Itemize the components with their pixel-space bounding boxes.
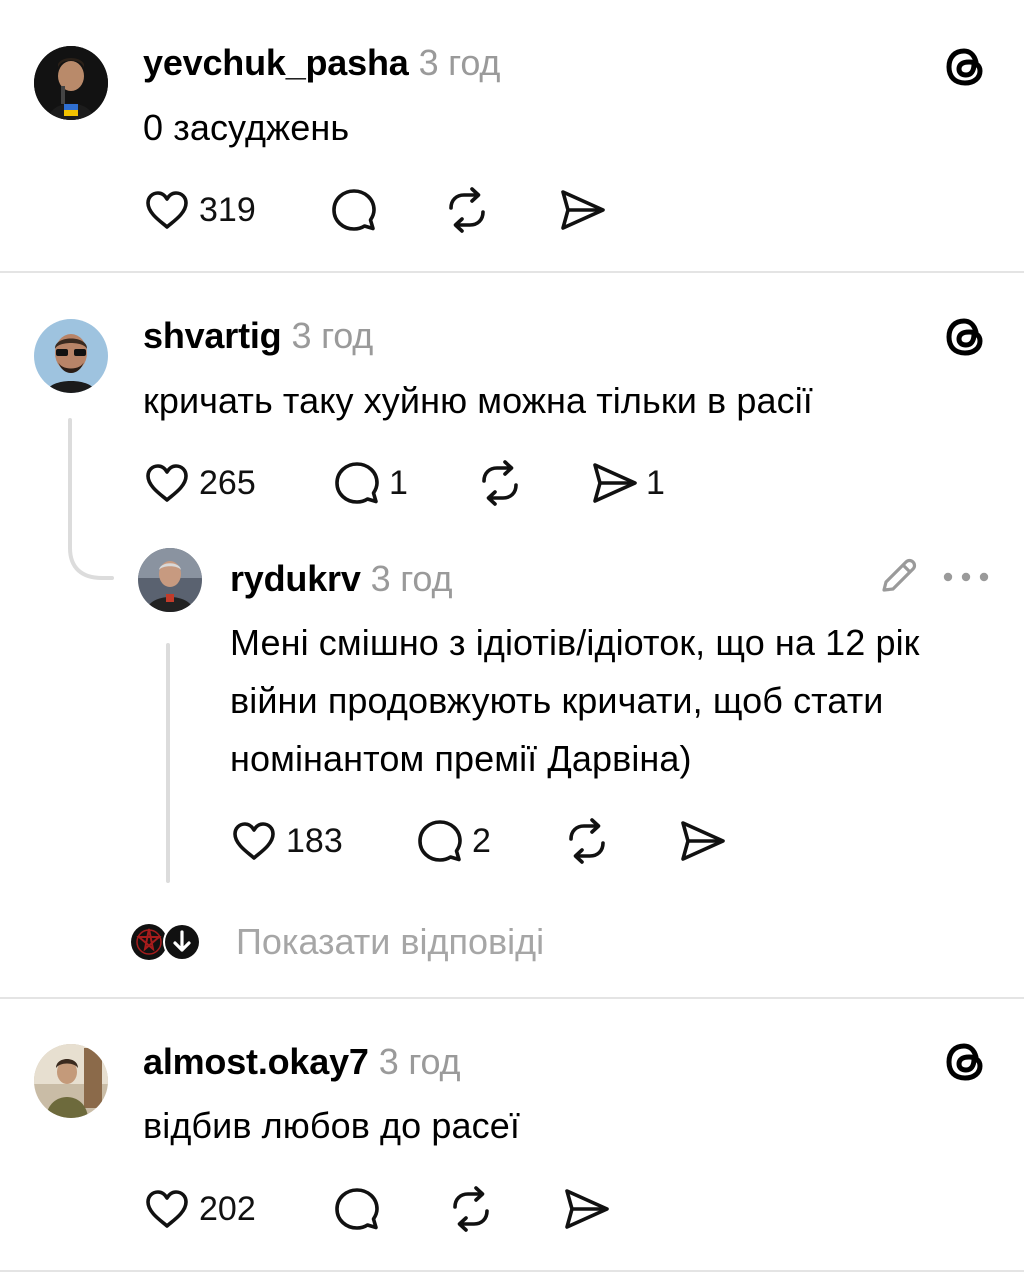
divider — [0, 271, 1024, 273]
threads-logo-icon[interactable] — [942, 312, 990, 365]
speech-bubble-icon — [416, 817, 464, 865]
repost-icon — [563, 817, 611, 865]
comment-button[interactable]: 2 — [416, 817, 491, 865]
timestamp: 3 год — [370, 558, 453, 599]
like-count: 319 — [199, 190, 256, 229]
reply-header: rydukrv 3 год — [230, 558, 452, 600]
repost-button[interactable] — [447, 1185, 495, 1233]
username[interactable]: almost.okay7 — [143, 1041, 369, 1082]
speech-bubble-icon — [333, 459, 381, 507]
more-icon[interactable] — [942, 570, 990, 589]
share-count: 1 — [646, 463, 665, 502]
send-icon — [558, 186, 606, 234]
send-icon — [678, 817, 726, 865]
divider — [0, 1270, 1024, 1272]
comment-count: 2 — [472, 821, 491, 860]
replier-avatars[interactable] — [130, 922, 210, 962]
post-text: відбив любов до расеї — [143, 1105, 520, 1146]
share-button[interactable] — [562, 1185, 610, 1233]
like-count: 265 — [199, 463, 256, 502]
timestamp: 3 год — [378, 1041, 461, 1082]
username[interactable]: shvartig — [143, 315, 282, 356]
like-count: 202 — [199, 1189, 256, 1228]
like-button[interactable]: 202 — [143, 1185, 256, 1233]
speech-bubble-icon — [333, 1185, 381, 1233]
post-header: almost.okay7 3 год — [143, 1041, 461, 1083]
repost-icon — [476, 459, 524, 507]
share-button[interactable]: 1 — [590, 459, 665, 507]
repost-button[interactable] — [443, 186, 491, 234]
heart-icon — [230, 817, 278, 865]
avatar[interactable] — [138, 548, 202, 612]
heart-icon — [143, 1185, 191, 1233]
post-text: кричать таку хуйню можна тільки в расії — [143, 380, 813, 421]
post-text: 0 засуджень — [143, 107, 350, 148]
thread-connector — [68, 418, 114, 580]
post-header: shvartig 3 год — [143, 315, 373, 357]
comment-button[interactable] — [330, 186, 378, 234]
post-header: yevchuk_pasha 3 год — [143, 42, 500, 84]
comment-count: 1 — [389, 463, 408, 502]
repost-icon — [447, 1185, 495, 1233]
avatar[interactable] — [34, 46, 108, 120]
comment-button[interactable] — [333, 1185, 381, 1233]
like-button[interactable]: 183 — [230, 817, 343, 865]
divider — [0, 997, 1024, 999]
threads-logo-icon[interactable] — [942, 42, 990, 95]
heart-icon — [143, 459, 191, 507]
show-replies-link[interactable]: Показати відповіді — [236, 921, 544, 963]
avatar[interactable] — [34, 319, 108, 393]
thread-line — [166, 643, 170, 883]
repost-button[interactable] — [563, 817, 611, 865]
timestamp: 3 год — [418, 42, 501, 83]
comment-button[interactable]: 1 — [333, 459, 408, 507]
reply-text: Мені смішно з ідіотів/ідіоток, що на 12 … — [230, 622, 920, 779]
like-button[interactable]: 319 — [143, 186, 256, 234]
like-count: 183 — [286, 821, 343, 860]
like-button[interactable]: 265 — [143, 459, 256, 507]
username[interactable]: rydukrv — [230, 558, 361, 599]
pencil-icon[interactable] — [876, 556, 918, 603]
share-button[interactable] — [558, 186, 606, 234]
share-button[interactable] — [678, 817, 726, 865]
repost-button[interactable] — [476, 459, 524, 507]
threads-logo-icon[interactable] — [942, 1037, 990, 1090]
heart-icon — [143, 186, 191, 234]
username[interactable]: yevchuk_pasha — [143, 42, 409, 83]
speech-bubble-icon — [330, 186, 378, 234]
timestamp: 3 год — [291, 315, 374, 356]
send-icon — [562, 1185, 610, 1233]
avatar[interactable] — [34, 1044, 108, 1118]
repost-icon — [443, 186, 491, 234]
send-icon — [590, 459, 638, 507]
